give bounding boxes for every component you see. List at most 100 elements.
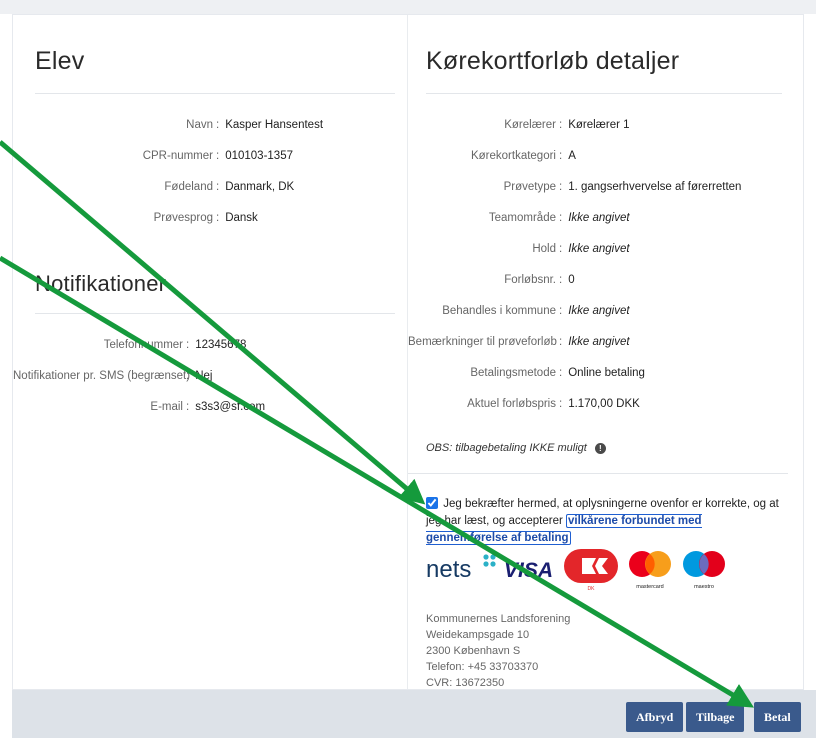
student-column: Elev Navn: Kasper Hansentest CPR-nummer:01… [13, 15, 407, 689]
divider [426, 93, 782, 94]
course-field-row: Betalingsmetode: Online betaling [408, 367, 645, 379]
label-separator: : [559, 150, 563, 162]
course-field-row: Kørekortkategori: A [408, 150, 576, 162]
divider [408, 473, 788, 474]
field-label: Prøvetype [503, 181, 556, 193]
field-label: Forløbsnr. [504, 274, 556, 286]
address-line: CVR: 13672350 [426, 677, 505, 689]
student-field-row: Prøvesprog: Dansk [33, 212, 258, 224]
field-value: Ikke angivet [568, 243, 630, 255]
dankort-logo: DK [564, 549, 618, 592]
field-value: Kasper Hansentest [225, 119, 324, 131]
course-field-row: Prøvetype:1. gangserhvervelse af førerre… [408, 181, 742, 193]
nets-logo: nets [426, 554, 496, 583]
organization-address: Kommunernes Landsforening Weidekampsgade … [426, 611, 570, 691]
divider [35, 313, 395, 314]
notification-field-row: Telefonnummer:12345678 [13, 339, 247, 351]
field-value: 1.170,00 DKK [568, 398, 640, 410]
refund-notice-text: OBS: tilbagebetaling IKKE muligt [426, 442, 587, 454]
order-summary-card: Elev Navn: Kasper Hansentest CPR-nummer:01… [12, 14, 804, 690]
label-separator: : [186, 370, 190, 382]
field-value: Kørelærer 1 [568, 119, 630, 131]
action-bar: Afbryd Tilbage Betal [12, 690, 816, 738]
student-field-row: CPR-nummer:010103-1357 [33, 150, 293, 162]
back-button[interactable]: Tilbage [686, 702, 745, 732]
course-field-row: Hold: Ikke angivet [408, 243, 630, 255]
label-separator: : [559, 336, 563, 348]
address-line: Weidekampsgade 10 [426, 629, 530, 641]
field-label: Behandles i kommune [442, 305, 556, 317]
field-label: E-mail [150, 401, 183, 413]
label-separator: : [186, 339, 190, 351]
field-value: 010103-1357 [225, 150, 293, 162]
field-value: Ikke angivet [568, 336, 630, 348]
maestro-logo: maestro [683, 551, 725, 590]
address-line: Telefon: +45 33703370 [426, 661, 539, 673]
label-separator: : [559, 305, 563, 317]
course-field-row: Kørelærer: Kørelærer 1 [408, 119, 630, 131]
notification-field-row: Notifikationer pr. SMS (begrænset): Nej [13, 370, 212, 382]
mastercard-logo-text: mastercard [636, 584, 664, 590]
info-icon[interactable]: ! [594, 442, 606, 454]
address-line: 2300 København S [426, 645, 521, 657]
course-field-row: Aktuel forløbspris:1.170,00 DKK [408, 398, 640, 410]
field-value: A [568, 150, 576, 162]
top-band [0, 0, 816, 14]
address-line: Kommunernes Landsforening [426, 613, 571, 625]
course-field-row: Bemærkninger til prøveforløb: Ikke angive… [408, 336, 630, 348]
field-label: Fødeland [164, 181, 213, 193]
label-separator: : [216, 181, 220, 193]
mastercard-logo: mastercard [629, 551, 671, 590]
dankort-logo-text: DK [588, 586, 596, 592]
course-column: Kørekortforløb detaljer Kørelærer: Kørelæ… [407, 15, 805, 689]
field-label: Navn [186, 119, 213, 131]
label-separator: : [559, 181, 563, 193]
field-value: Ikke angivet [568, 305, 630, 317]
field-value: Nej [195, 370, 213, 382]
course-section-title: Kørekortforløb detaljer [426, 47, 680, 75]
label-separator: : [216, 119, 220, 131]
field-value: Online betaling [568, 367, 645, 379]
cancel-button[interactable]: Afbryd [626, 702, 684, 732]
consent-checkbox[interactable] [426, 497, 438, 509]
course-field-row: Forløbsnr.:0 [408, 274, 575, 286]
refund-notice: OBS: tilbagebetaling IKKE muligt ! [426, 442, 606, 454]
label-separator: : [216, 150, 220, 162]
label-separator: : [559, 398, 563, 410]
field-value: Ikke angivet [568, 212, 630, 224]
nets-logo-text: nets [426, 556, 471, 583]
visa-logo-text: VISA [504, 559, 553, 582]
maestro-logo-text: maestro [694, 584, 714, 590]
field-label: Teamområde [488, 212, 556, 224]
field-label: Kørekortkategori [470, 150, 556, 162]
field-label: Prøvesprog [153, 212, 213, 224]
field-value: 12345678 [195, 339, 247, 351]
field-label: Aktuel forløbspris [467, 398, 556, 410]
field-label: Kørelærer [504, 119, 556, 131]
field-label: Bemærkninger til prøveforløb [408, 336, 557, 348]
label-separator: : [559, 274, 563, 286]
notifications-section-title: Notifikationer [35, 271, 167, 296]
pay-button[interactable]: Betal [754, 702, 801, 732]
label-separator: : [559, 212, 563, 224]
consent-block: Jeg bekræfter hermed, at oplysningerne o… [426, 496, 786, 547]
visa-logo: VISA [504, 559, 553, 582]
field-label: Telefonnummer [103, 339, 183, 351]
field-value: 1. gangserhvervelse af førerretten [568, 181, 742, 193]
student-section-title: Elev [35, 47, 85, 75]
notification-field-row: E-mail: s3s3@sf.com [13, 401, 265, 413]
field-value: 0 [568, 274, 575, 286]
label-separator: : [559, 367, 563, 379]
label-separator: : [216, 212, 220, 224]
field-label: CPR-nummer [142, 150, 213, 162]
student-field-row: Navn: Kasper Hansentest [33, 119, 323, 131]
course-field-row: Teamområde: Ikke angivet [408, 212, 630, 224]
field-label: Betalingsmetode [470, 367, 556, 379]
payment-logos: nets VISA DK mastercard maestro [426, 543, 766, 593]
student-field-row: Fødeland: Danmark, DK [33, 181, 294, 193]
label-separator: : [186, 401, 190, 413]
divider [35, 93, 395, 94]
field-label: Notifikationer pr. SMS (begrænset) [13, 370, 191, 382]
field-value: s3s3@sf.com [195, 401, 266, 413]
label-separator: : [559, 243, 563, 255]
